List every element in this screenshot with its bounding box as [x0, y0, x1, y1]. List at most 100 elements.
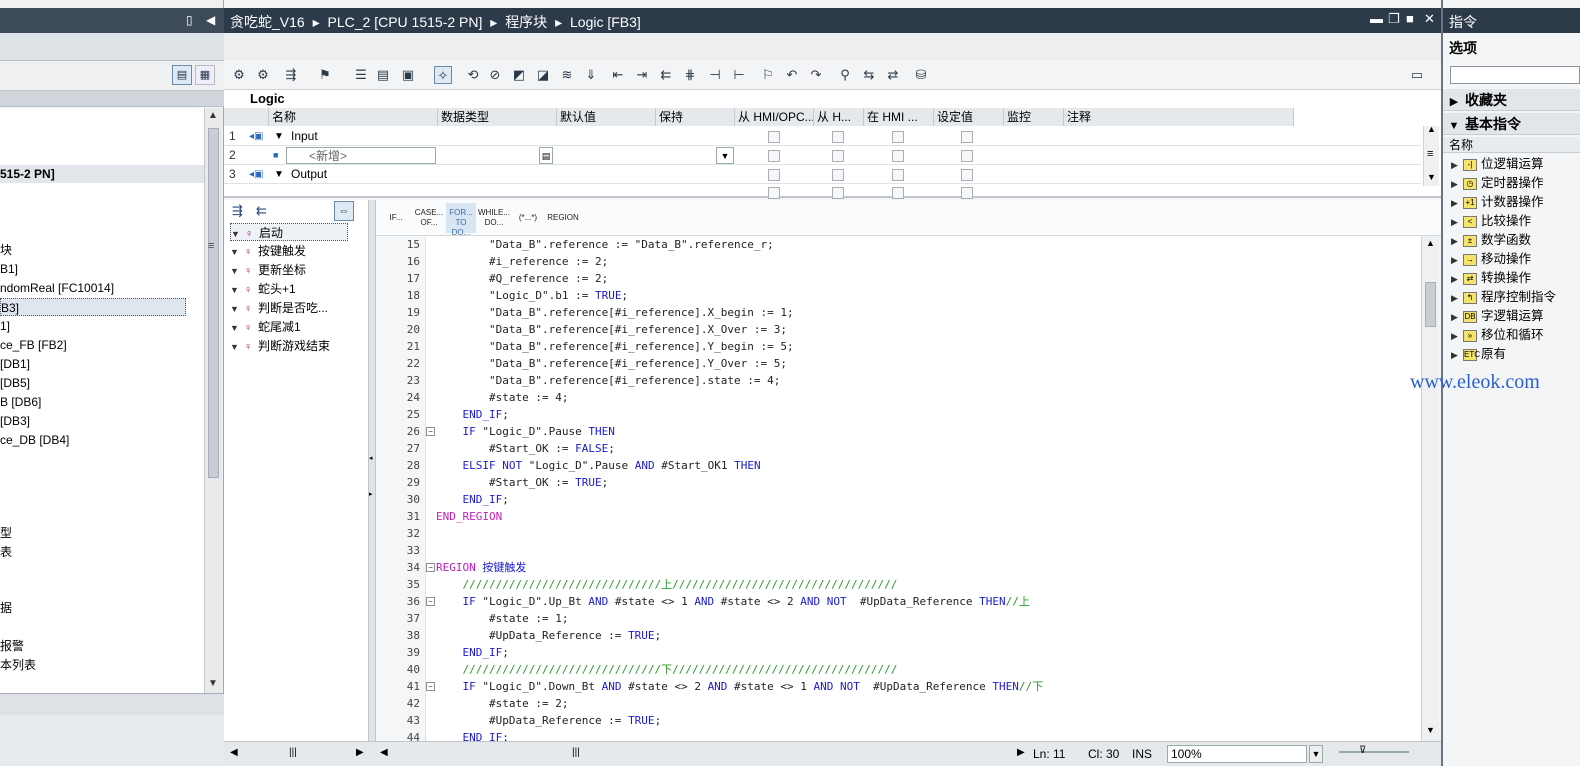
scroll-thumb[interactable] — [208, 128, 219, 478]
bookmark-prev-icon[interactable]: ◩ — [510, 66, 528, 84]
expand-triangle-icon[interactable]: ▶ — [1451, 289, 1463, 308]
tree-item[interactable]: 表 — [0, 543, 12, 561]
code-line[interactable]: //////////////////////////////下/////////… — [436, 661, 898, 678]
region-item[interactable]: ▼ ♀ 蛇头+1 — [230, 280, 296, 298]
column-header[interactable]: 监控 — [1004, 108, 1064, 126]
code-line[interactable]: REGION 按键触发 — [436, 559, 526, 576]
basic-instructions-section[interactable]: ▼ 基本指令 — [1443, 113, 1580, 135]
delete-network-icon[interactable]: ⚙ — [254, 66, 272, 84]
scroll-up-icon[interactable]: ▲ — [208, 110, 218, 121]
column-header[interactable]: 保持 — [656, 108, 735, 126]
scroll-grip-icon[interactable]: ≡ — [1427, 148, 1433, 160]
tree-item[interactable]: B [DB6] — [0, 393, 41, 411]
instruction-folder[interactable]: ▶ ETC原有 — [1451, 345, 1506, 364]
collapse-triangle-icon[interactable]: ▼ — [230, 300, 244, 318]
data-type-picker-icon[interactable]: ▤ — [539, 147, 553, 164]
section-name[interactable]: Output — [291, 166, 327, 183]
crumb-block[interactable]: Logic [FB3] — [570, 14, 641, 30]
scroll-thumb[interactable] — [1425, 282, 1436, 327]
scroll-left-icon[interactable]: ◀ — [230, 747, 238, 758]
column-header[interactable]: 设定值 — [934, 108, 1004, 126]
go-to-icon[interactable]: ⚐ — [759, 66, 777, 84]
fold-toggle-icon[interactable]: − — [426, 597, 435, 606]
checkbox[interactable] — [892, 169, 904, 181]
bookmark-remove-icon[interactable]: ⊘ — [486, 66, 504, 84]
instruction-search-input[interactable] — [1450, 66, 1580, 84]
tree-item[interactable]: 515-2 PN] — [0, 165, 204, 183]
instruction-folder[interactable]: ▶ +1 计数器操作 — [1451, 193, 1544, 212]
code-line[interactable]: ELSIF NOT "Logic_D".Pause AND #Start_OK1… — [436, 457, 761, 474]
crumb-plc[interactable]: PLC_2 [CPU 1515-2 PN] — [328, 14, 483, 30]
splitter-grip-icon[interactable]: ≡ — [208, 240, 214, 252]
checkbox[interactable] — [768, 187, 780, 199]
palette-keyword-button[interactable]: REGION — [546, 203, 580, 233]
collapse-triangle-icon[interactable]: ▼ — [230, 262, 244, 280]
jump-forward-icon[interactable]: ↷ — [807, 66, 825, 84]
tree-item[interactable]: ndomReal [FC10014] — [0, 279, 114, 297]
fold-toggle-icon[interactable]: − — [426, 682, 435, 691]
tree-item[interactable]: 报警 — [0, 637, 24, 655]
expand-triangle-icon[interactable]: ▶ — [1451, 251, 1463, 270]
code-line[interactable]: #Q_reference := 2; — [436, 270, 608, 287]
code-line[interactable]: #UpData_Reference := TRUE; — [436, 712, 661, 729]
collapse-icon[interactable]: ⊣ — [706, 66, 724, 84]
instruction-folder[interactable]: ▶ → 移动操作 — [1451, 250, 1531, 269]
tree-item[interactable]: [DB3] — [0, 412, 30, 430]
scroll-up-icon[interactable]: ▲ — [1426, 238, 1435, 248]
insert-network-icon[interactable]: ⚙ — [230, 66, 248, 84]
palette-keyword-button[interactable]: CASE... OF... — [414, 203, 444, 233]
code-line[interactable]: IF "Logic_D".Down_Bt AND #state <> 2 AND… — [436, 678, 1044, 695]
maximize-icon[interactable]: ■ — [1406, 11, 1414, 26]
expand-triangle-icon[interactable]: ▶ — [1451, 308, 1463, 327]
expand-triangle-icon[interactable]: ▶ — [1451, 175, 1463, 194]
code-line[interactable]: "Data_B".reference[#i_reference].X_Over … — [436, 321, 787, 338]
collapse-triangle-icon[interactable]: ▼ — [274, 166, 284, 183]
collapse-triangle-icon[interactable]: ▼ — [1443, 115, 1465, 137]
instruction-folder[interactable]: ▶ ± 数学函数 — [1451, 231, 1531, 250]
scl-code-editor[interactable]: 15 16 17 18 19 20 21 22 23 24 25 26 27 28 29 30 31 32 33 34… — [376, 236, 1421, 744]
checkbox[interactable] — [832, 150, 844, 162]
code-line[interactable]: #state := 1; — [436, 610, 568, 627]
region-splitter[interactable]: ◂ ▸ — [369, 200, 376, 741]
comment-icon[interactable]: ≋ — [558, 66, 576, 84]
checkbox[interactable] — [768, 131, 780, 143]
favorites-section[interactable]: ▶ 收藏夹 — [1443, 89, 1580, 111]
block-icon[interactable]: ▤ — [374, 66, 392, 84]
close-icon[interactable]: ✕ — [1424, 11, 1435, 27]
column-header[interactable]: 从 H... — [814, 108, 864, 126]
highlight-icon[interactable]: ✧ — [434, 66, 452, 84]
expand-triangle-icon[interactable]: ▶ — [1451, 327, 1463, 346]
tree-item[interactable]: ce_DB [DB4] — [0, 431, 69, 449]
code-line[interactable]: END_IF; — [436, 406, 509, 423]
collapse-triangle-icon[interactable]: ▼ — [230, 319, 244, 337]
splitter-arrow-icon[interactable]: ▸ — [369, 490, 373, 498]
bookmark-add-icon[interactable]: ⟲ — [464, 66, 482, 84]
code-line[interactable]: END_REGION — [436, 508, 502, 525]
scroll-grip-icon[interactable]: ||| — [289, 747, 297, 758]
collapse-triangle-icon[interactable]: ▼ — [274, 128, 284, 145]
interface-row[interactable]: 3 ◂▣ ▼ Output — [224, 165, 1421, 184]
expand-triangle-icon[interactable]: ▶ — [1451, 194, 1463, 213]
expand-triangle-icon[interactable]: ▶ — [1451, 213, 1463, 232]
crumb-blocks[interactable]: 程序块 — [505, 14, 547, 30]
column-header[interactable]: 从 HMI/OPC... — [735, 108, 814, 126]
collapse-triangle-icon[interactable]: ▼ — [231, 225, 245, 243]
call-structure-icon[interactable]: ⚲ — [836, 66, 854, 84]
column-header[interactable]: 在 HMI ... — [864, 108, 934, 126]
collapse-triangle-icon[interactable]: ▼ — [230, 243, 244, 261]
expand-triangle-icon[interactable]: ▶ — [1451, 346, 1463, 365]
checkbox[interactable] — [961, 169, 973, 181]
checkbox[interactable] — [892, 131, 904, 143]
instruction-folder[interactable]: ▶ ⇄ 转换操作 — [1451, 269, 1531, 288]
checkbox[interactable] — [832, 131, 844, 143]
jump-back-icon[interactable]: ↶ — [783, 66, 801, 84]
snapshot-icon[interactable]: ⛁ — [912, 66, 930, 84]
code-line[interactable]: "Logic_D".b1 := TRUE; — [436, 287, 628, 304]
column-header[interactable]: 数据类型 — [438, 108, 557, 126]
region-item[interactable]: ▼ ♀ 按键触发 — [230, 242, 306, 260]
editor-vertical-scrollbar[interactable]: ▲ ▼ — [1421, 236, 1439, 741]
code-line[interactable]: //////////////////////////////上/////////… — [436, 576, 898, 593]
instruction-folder[interactable]: ▶ ◷ 定时器操作 — [1451, 174, 1544, 193]
interface-row[interactable]: 1 ◂▣ ▼ Input — [224, 127, 1421, 146]
region-item[interactable]: ▼ ♀ 启动 — [230, 223, 348, 241]
